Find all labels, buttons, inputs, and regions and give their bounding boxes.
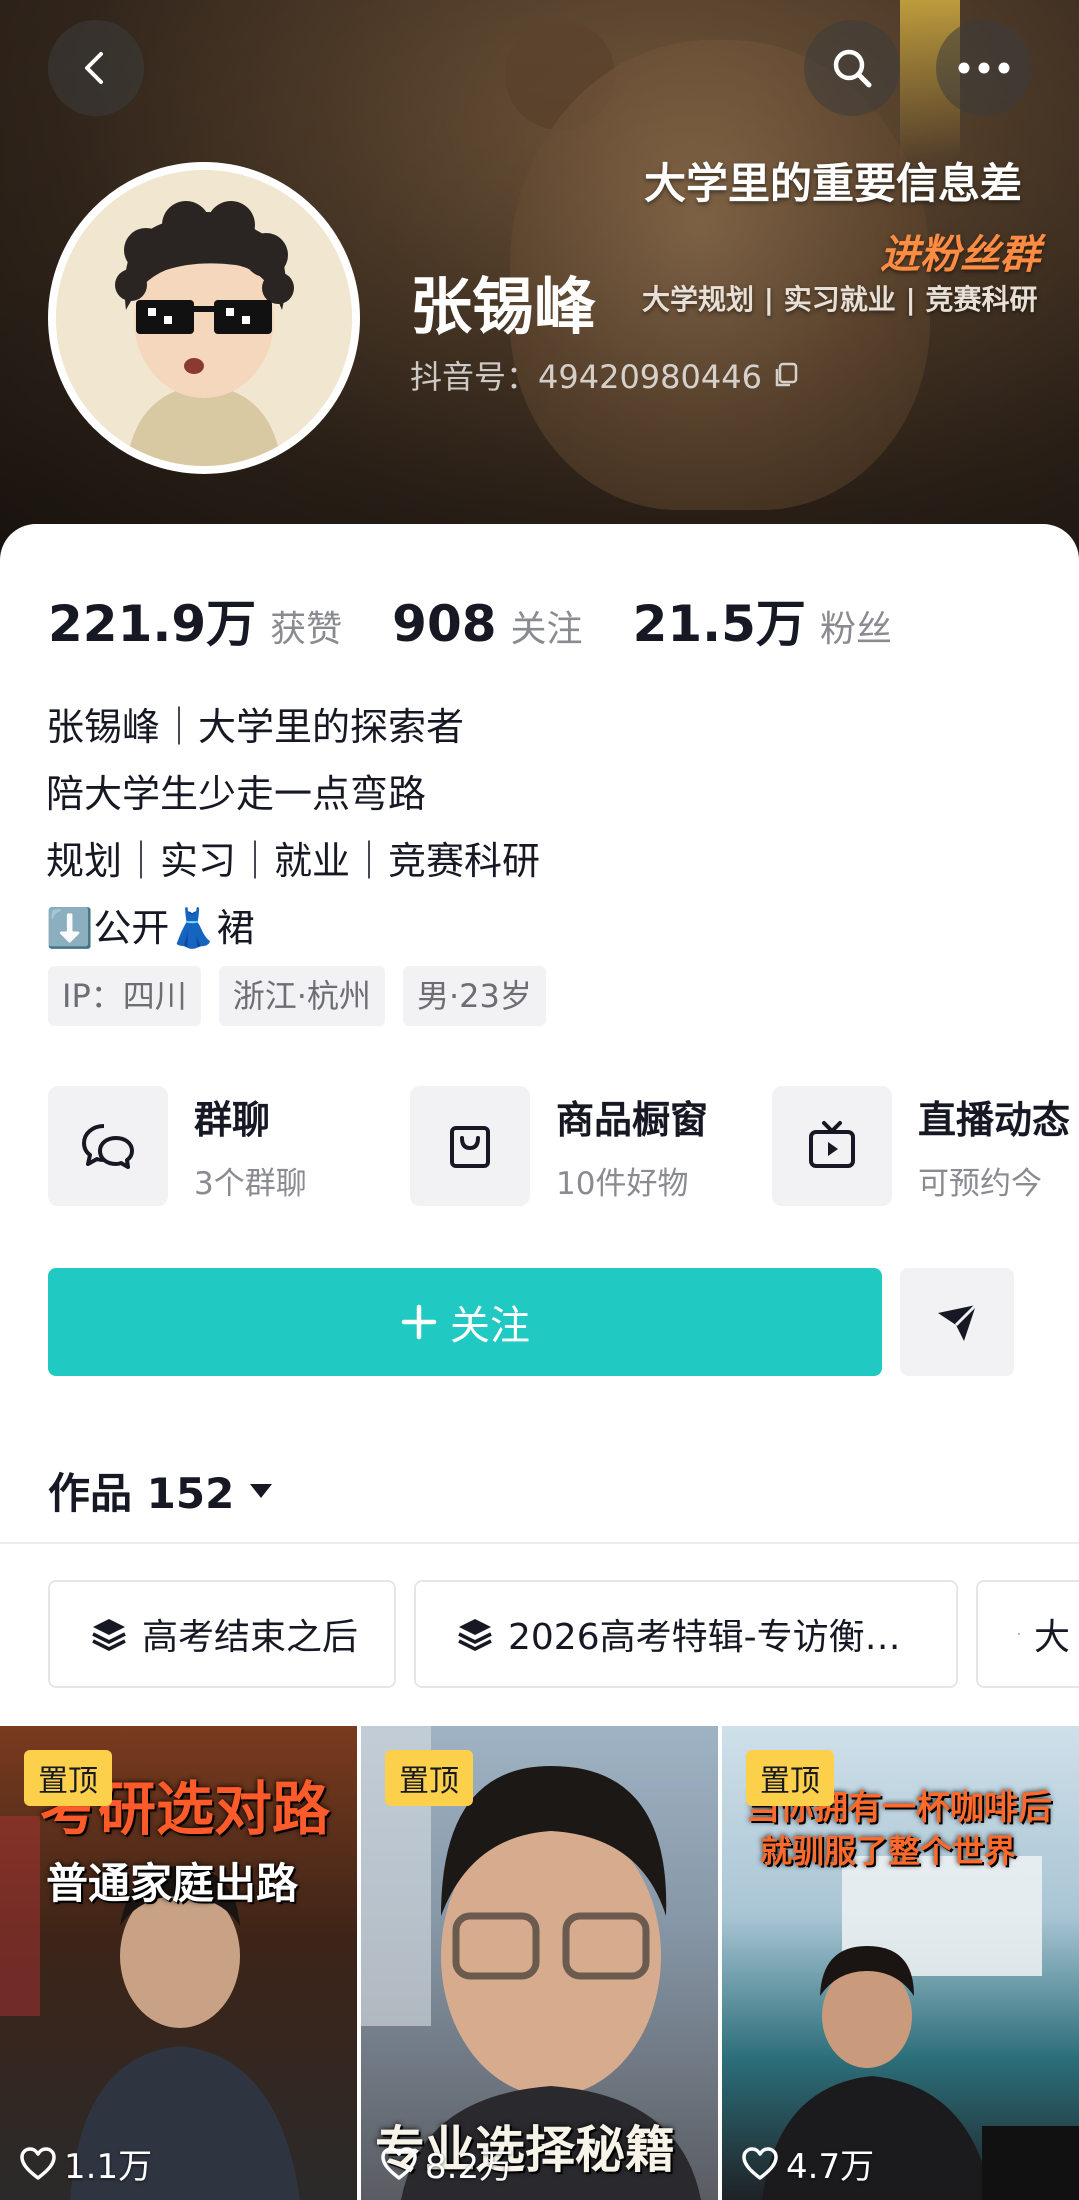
shop-window-title: 商品橱窗 bbox=[556, 1098, 709, 1142]
likes-count: 1.1万 bbox=[64, 2147, 153, 2187]
live-sub: 可预约今 bbox=[918, 1166, 1042, 1202]
layers-icon bbox=[458, 1619, 492, 1651]
bio-line: 规划｜实习｜就业｜竞赛科研 bbox=[46, 839, 541, 883]
more-button[interactable] bbox=[936, 20, 1032, 116]
avatar[interactable] bbox=[48, 162, 360, 474]
likes-count: 8.2万 bbox=[425, 2147, 514, 2187]
layers-icon bbox=[92, 1619, 126, 1651]
chevron-left-icon bbox=[85, 52, 103, 84]
live-entry[interactable]: 直播动态 可预约今 bbox=[772, 1086, 1079, 1206]
following-label[interactable]: 关注 bbox=[511, 600, 583, 652]
banner-subtitle: 进粉丝群 bbox=[880, 232, 1040, 278]
video-thumbnail[interactable]: 考研选对路 普通家庭出路 置顶 1.1万 bbox=[0, 1726, 357, 2200]
followers-label[interactable]: 粉丝 bbox=[820, 600, 892, 652]
message-button[interactable] bbox=[900, 1268, 1014, 1376]
collection-label: 高考结束之后 bbox=[142, 1617, 359, 1658]
likes-count[interactable]: 221.9万 bbox=[48, 584, 256, 656]
video-likes: 4.7万 bbox=[742, 2139, 874, 2188]
pinned-badge: 置顶 bbox=[746, 1750, 834, 1806]
followers-count[interactable]: 21.5万 bbox=[633, 584, 806, 656]
video-overlay-subtitle: 就驯服了整个世界 bbox=[760, 1832, 1017, 1870]
tv-play-icon bbox=[809, 1121, 855, 1168]
feature-entries: 群聊 3个群聊 商品橱窗 10件好物 直播动态 可预约今 bbox=[48, 1086, 1079, 1206]
collections-row: 高考结束之后 2026高考特辑-专访衡… 大 bbox=[48, 1580, 1079, 1688]
follow-button[interactable]: 关注 bbox=[48, 1268, 882, 1376]
plus-icon bbox=[401, 1304, 437, 1340]
group-chat-title: 群聊 bbox=[194, 1098, 271, 1142]
shop-window-entry[interactable]: 商品橱窗 10件好物 bbox=[410, 1086, 772, 1206]
copy-icon[interactable] bbox=[772, 361, 800, 389]
pinned-badge: 置顶 bbox=[385, 1750, 473, 1806]
live-title: 直播动态 bbox=[918, 1098, 1071, 1142]
search-button[interactable] bbox=[804, 20, 900, 116]
collection-label: 大 bbox=[1033, 1617, 1070, 1658]
group-chat-entry[interactable]: 群聊 3个群聊 bbox=[48, 1086, 410, 1206]
collection-label: 2026高考特辑-专访衡… bbox=[508, 1617, 901, 1658]
back-button[interactable] bbox=[48, 20, 144, 116]
caret-down-icon bbox=[250, 1483, 273, 1498]
avatar-cartoon-image bbox=[56, 170, 352, 466]
video-grid: 考研选对路 普通家庭出路 置顶 1.1万 专业选择秘籍 置顶 8.2万 当你拥有… bbox=[0, 1726, 1079, 2200]
location-tag: 浙江·杭州 bbox=[218, 966, 385, 1026]
follow-label: 关注 bbox=[450, 1303, 530, 1349]
shop-window-count: 10件好物 bbox=[556, 1166, 689, 1202]
profile-card: 221.9万 获赞 908 关注 21.5万 粉丝 张锡峰｜大学里的探索者 陪大… bbox=[0, 524, 1079, 2200]
gender-age-tag: 男·23岁 bbox=[402, 966, 546, 1026]
likes-label[interactable]: 获赞 bbox=[270, 600, 342, 652]
works-tab[interactable]: 作品 152 bbox=[48, 1460, 274, 1521]
profile-name: 张锡峰 bbox=[410, 270, 597, 343]
send-icon bbox=[938, 1303, 978, 1341]
banner-tags: 大学规划 | 实习就业 | 竞赛科研 bbox=[642, 283, 1038, 316]
bio: 张锡峰｜大学里的探索者 陪大学生少走一点弯路 规划｜实习｜就业｜竞赛科研 ⬇️公… bbox=[46, 694, 540, 962]
stats-row: 221.9万 获赞 908 关注 21.5万 粉丝 bbox=[48, 584, 942, 656]
divider bbox=[0, 1542, 1079, 1544]
bio-line: 张锡峰｜大学里的探索者 bbox=[46, 705, 465, 749]
shopping-bag-icon bbox=[450, 1126, 490, 1168]
douyin-id: 抖音号：49420980446 bbox=[410, 358, 762, 396]
following-count[interactable]: 908 bbox=[392, 595, 496, 653]
works-label: 作品 152 bbox=[48, 1469, 235, 1518]
likes-count: 4.7万 bbox=[786, 2147, 875, 2187]
pinned-badge: 置顶 bbox=[24, 1750, 112, 1806]
chat-bubbles-icon bbox=[82, 1124, 134, 1169]
video-likes: 8.2万 bbox=[381, 2139, 513, 2188]
bio-line: 陪大学生少走一点弯路 bbox=[46, 772, 427, 816]
collection-chip[interactable]: 2026高考特辑-专访衡… bbox=[414, 1580, 958, 1688]
profile-banner: 大学里的重要信息差 进粉丝群 大学规划 | 实习就业 | 竞赛科研 张锡峰 抖音… bbox=[0, 0, 1079, 560]
video-overlay-subtitle: 普通家庭出路 bbox=[46, 1859, 299, 1908]
profile-tags: IP：四川 浙江·杭州 男·23岁 bbox=[48, 966, 546, 1026]
video-thumbnail[interactable]: 当你拥有一杯咖啡后 就驯服了整个世界 置顶 4.7万 bbox=[722, 1726, 1079, 2200]
heart-icon bbox=[742, 2146, 778, 2180]
group-chat-count: 3个群聊 bbox=[194, 1166, 307, 1202]
heart-icon bbox=[381, 2146, 417, 2180]
bio-line: ⬇️公开👗裙 bbox=[46, 906, 255, 950]
collection-chip[interactable]: 大 bbox=[976, 1580, 1079, 1688]
video-thumbnail[interactable]: 专业选择秘籍 置顶 8.2万 bbox=[361, 1726, 718, 2200]
banner-title: 大学里的重要信息差 bbox=[644, 159, 1023, 208]
video-likes: 1.1万 bbox=[20, 2139, 152, 2188]
collection-chip[interactable]: 高考结束之后 bbox=[48, 1580, 396, 1688]
search-icon bbox=[833, 49, 872, 88]
heart-icon bbox=[20, 2146, 56, 2180]
more-dots-icon bbox=[958, 62, 1010, 74]
layers-icon bbox=[1018, 1633, 1020, 1635]
ip-tag: IP：四川 bbox=[48, 966, 201, 1026]
douyin-id-row[interactable]: 抖音号：49420980446 bbox=[410, 352, 800, 398]
